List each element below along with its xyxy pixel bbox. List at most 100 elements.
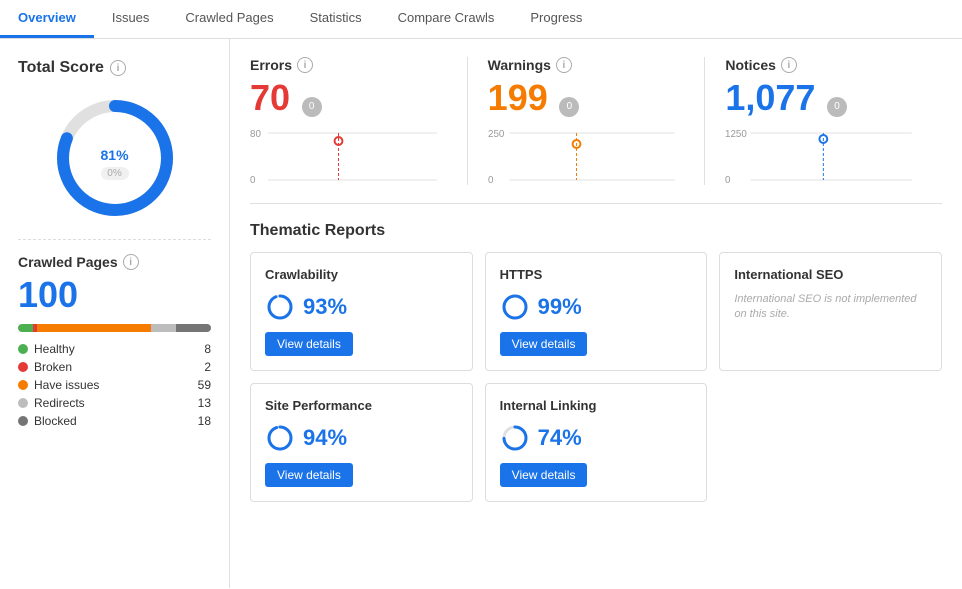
crawled-pages-info-icon[interactable]: i	[123, 254, 139, 270]
crawled-legend: Healthy 8 Broken 2 Have issues 59 Redire…	[18, 342, 211, 428]
sidebar: Total Score i 81% 0%	[0, 39, 230, 588]
tab-compare-crawls[interactable]: Compare Crawls	[380, 0, 513, 38]
legend-dot	[18, 398, 28, 408]
progress-segment	[151, 324, 176, 332]
progress-segment	[176, 324, 211, 332]
legend-count: 18	[198, 414, 211, 428]
legend-dot	[18, 380, 28, 390]
site-performance-view-btn[interactable]: View details	[265, 463, 353, 487]
errors-block: Errors i 70 0 80 0	[250, 57, 467, 185]
warnings-info-icon[interactable]: i	[556, 57, 572, 73]
errors-badge: 0	[302, 97, 322, 117]
crawled-progress-bar	[18, 324, 211, 332]
errors-label: Errors i	[250, 57, 447, 73]
tab-overview[interactable]: Overview	[0, 0, 94, 38]
legend-left: Redirects	[18, 396, 85, 410]
crawled-pages-title: Crawled Pages i	[18, 254, 211, 270]
legend-item: Broken 2	[18, 360, 211, 374]
legend-count: 59	[198, 378, 211, 392]
legend-label: Have issues	[34, 378, 99, 392]
legend-item: Redirects 13	[18, 396, 211, 410]
errors-info-icon[interactable]: i	[297, 57, 313, 73]
errors-mini-chart: 80 0	[250, 125, 447, 185]
notices-value-row: 1,077 0	[725, 77, 922, 119]
legend-item: Healthy 8	[18, 342, 211, 356]
notices-block: Notices i 1,077 0 1250 0	[704, 57, 942, 185]
legend-left: Healthy	[18, 342, 75, 356]
crawlability-title: Crawlability	[265, 267, 458, 282]
notices-value: 1,077	[725, 77, 815, 118]
site-performance-title: Site Performance	[265, 398, 458, 413]
errors-value: 70	[250, 77, 290, 118]
legend-dot	[18, 362, 28, 372]
legend-label: Redirects	[34, 396, 85, 410]
crawlability-pct: 93%	[303, 294, 347, 320]
site-performance-pct: 94%	[303, 425, 347, 451]
notices-badge: 0	[827, 97, 847, 117]
notices-info-icon[interactable]: i	[781, 57, 797, 73]
notices-mini-chart: 1250 0	[725, 125, 922, 185]
tab-issues[interactable]: Issues	[94, 0, 168, 38]
internal-linking-pct-row: 74%	[500, 423, 693, 453]
total-score-section: Total Score i	[18, 59, 211, 77]
content-area: Errors i 70 0 80 0	[230, 39, 962, 588]
metrics-row: Errors i 70 0 80 0	[250, 57, 942, 204]
svg-text:0: 0	[488, 175, 494, 185]
crawled-pages-section: Crawled Pages i 100 Healthy 8 Broken 2 H…	[18, 239, 211, 428]
svg-text:80: 80	[250, 129, 261, 140]
crawlability-view-btn[interactable]: View details	[265, 332, 353, 356]
tab-statistics[interactable]: Statistics	[292, 0, 380, 38]
report-https: HTTPS 99% View details	[485, 252, 708, 371]
legend-left: Broken	[18, 360, 72, 374]
internal-linking-title: Internal Linking	[500, 398, 693, 413]
notices-label: Notices i	[725, 57, 922, 73]
svg-text:1250: 1250	[725, 129, 747, 140]
donut-chart: 81% 0%	[50, 93, 180, 223]
score-sub: 0%	[100, 167, 128, 180]
errors-value-row: 70 0	[250, 77, 447, 119]
legend-count: 13	[198, 396, 211, 410]
thematic-reports-bottom: Site Performance 94% View details Intern…	[250, 383, 942, 502]
thematic-reports-top: Crawlability 93% View details HTTPS	[250, 252, 942, 371]
report-intl-seo: International SEO International SEO is n…	[719, 252, 942, 371]
site-performance-pct-row: 94%	[265, 423, 458, 453]
donut-center: 81% 0%	[100, 136, 128, 180]
intl-seo-title: International SEO	[734, 267, 927, 282]
crawlability-pct-row: 93%	[265, 292, 458, 322]
main-layout: Total Score i 81% 0%	[0, 39, 962, 588]
progress-segment	[37, 324, 151, 332]
legend-dot	[18, 344, 28, 354]
warnings-badge: 0	[559, 97, 579, 117]
score-value: 81%	[100, 136, 128, 167]
svg-text:250: 250	[488, 129, 505, 140]
warnings-label: Warnings i	[488, 57, 685, 73]
legend-left: Blocked	[18, 414, 77, 428]
intl-seo-msg: International SEO is not implemented on …	[734, 292, 927, 323]
https-view-btn[interactable]: View details	[500, 332, 588, 356]
legend-label: Broken	[34, 360, 72, 374]
warnings-mini-chart: 250 0	[488, 125, 685, 185]
warnings-value-row: 199 0	[488, 77, 685, 119]
warnings-block: Warnings i 199 0 250 0	[467, 57, 705, 185]
https-pct: 99%	[538, 294, 582, 320]
legend-label: Blocked	[34, 414, 77, 428]
https-donut	[500, 292, 530, 322]
total-score-info-icon[interactable]: i	[110, 60, 126, 76]
legend-item: Have issues 59	[18, 378, 211, 392]
svg-text:0: 0	[725, 175, 731, 185]
tab-progress[interactable]: Progress	[512, 0, 600, 38]
progress-segment	[18, 324, 33, 332]
internal-linking-view-btn[interactable]: View details	[500, 463, 588, 487]
legend-count: 8	[204, 342, 211, 356]
site-performance-donut	[265, 423, 295, 453]
https-title: HTTPS	[500, 267, 693, 282]
legend-count: 2	[204, 360, 211, 374]
internal-linking-pct: 74%	[538, 425, 582, 451]
https-pct-row: 99%	[500, 292, 693, 322]
warnings-value: 199	[488, 77, 548, 118]
tab-crawled-pages[interactable]: Crawled Pages	[167, 0, 291, 38]
legend-label: Healthy	[34, 342, 75, 356]
tab-bar: Overview Issues Crawled Pages Statistics…	[0, 0, 962, 39]
legend-item: Blocked 18	[18, 414, 211, 428]
svg-text:0: 0	[250, 175, 256, 185]
